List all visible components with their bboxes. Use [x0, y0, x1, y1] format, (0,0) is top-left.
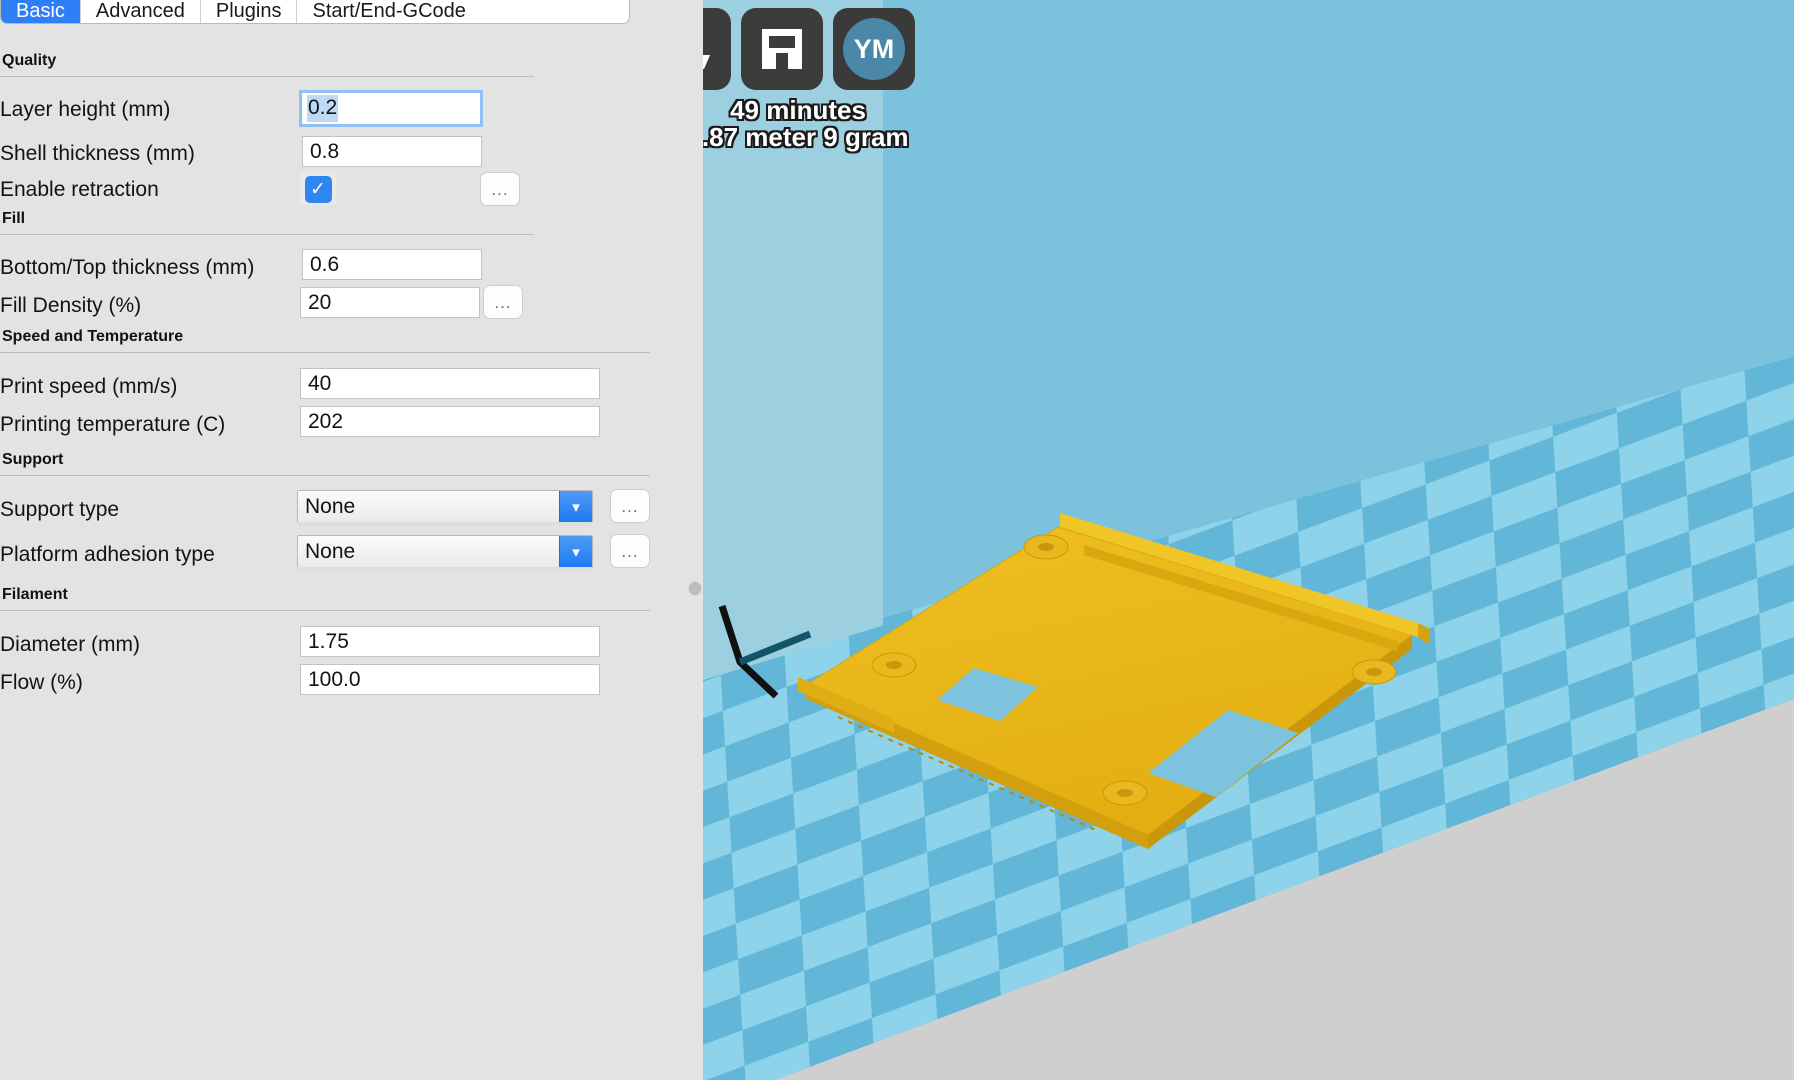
label-layer-height: Layer height (mm) [0, 97, 171, 121]
checkbox-enable-retraction-wrap[interactable]: ✓ [300, 173, 336, 205]
3d-model-object[interactable] [798, 505, 1438, 865]
input-shell-thickness[interactable]: 0.8 [302, 136, 482, 167]
row-flow: Flow (%) 100.0 [0, 664, 600, 699]
label-diameter: Diameter (mm) [0, 632, 140, 656]
label-platform-adhesion-type: Platform adhesion type [0, 542, 215, 566]
panel-splitter[interactable] [686, 0, 704, 1080]
save-floppy-icon [762, 29, 802, 69]
chevron-down-icon[interactable]: ▾ [559, 491, 592, 522]
input-print-speed-value: 40 [308, 371, 332, 395]
group-filament-title: Filament [2, 586, 68, 603]
input-bottom-top-thickness[interactable]: 0.6 [302, 249, 482, 280]
print-material: 2.87 meter 9 gram [703, 121, 909, 152]
3d-viewport[interactable]: YM 49 minutes 2.87 meter 9 gram [703, 0, 1794, 1080]
row-enable-retraction: Enable retraction ✓ ... [0, 172, 520, 206]
input-print-speed[interactable]: 40 [300, 368, 600, 399]
tab-plugins[interactable]: Plugins [200, 0, 298, 23]
group-speed-title: Speed and Temperature [2, 328, 184, 345]
tab-advanced[interactable]: Advanced [80, 0, 201, 23]
combo-platform-adhesion-type-shadow [298, 567, 592, 571]
load-model-icon [703, 55, 710, 69]
settings-panel: Basic Advanced Plugins Start/End-GCode Q… [0, 0, 703, 1080]
row-diameter: Diameter (mm) 1.75 [0, 626, 600, 661]
input-flow[interactable]: 100.0 [300, 664, 600, 695]
tab-start-end-gcode[interactable]: Start/End-GCode [297, 0, 481, 23]
retraction-options-button[interactable]: ... [480, 172, 520, 206]
input-layer-height[interactable]: 0.2 [299, 90, 483, 127]
input-layer-height-value: 0.2 [307, 95, 339, 122]
input-fill-density[interactable]: 20 [300, 287, 480, 318]
label-flow: Flow (%) [0, 670, 83, 694]
fill-density-options-button[interactable]: ... [483, 285, 523, 319]
youmagine-logo-icon: YM [843, 18, 905, 80]
label-printing-temperature: Printing temperature (C) [0, 412, 226, 436]
tab-basic[interactable]: Basic [1, 0, 81, 23]
input-flow-value: 100.0 [308, 667, 361, 691]
group-support-rule [0, 475, 650, 476]
group-filament-rule [0, 610, 650, 611]
input-shell-thickness-value: 0.8 [310, 139, 340, 163]
label-print-speed: Print speed (mm/s) [0, 374, 178, 398]
label-enable-retraction: Enable retraction [0, 177, 159, 201]
row-shell-thickness: Shell thickness (mm) 0.8 [0, 136, 482, 170]
group-quality: Quality [0, 52, 686, 77]
combo-support-type-shadow [298, 522, 592, 526]
settings-panel-inner: Basic Advanced Plugins Start/End-GCode Q… [0, 0, 687, 1080]
group-fill: Fill [0, 210, 686, 235]
platform-adhesion-options-button[interactable]: ... [610, 534, 650, 568]
load-model-button[interactable] [703, 8, 731, 90]
row-printing-temperature: Printing temperature (C) 202 [0, 406, 600, 441]
row-fill-density: Fill Density (%) 20 ... [0, 285, 523, 322]
youmagine-button[interactable]: YM [833, 8, 915, 90]
label-support-type: Support type [0, 497, 120, 521]
row-support-type: Support type None ▾ ... [0, 489, 650, 526]
checkbox-enable-retraction[interactable]: ✓ [304, 175, 332, 203]
row-platform-adhesion-type: Platform adhesion type None ▾ ... [0, 534, 650, 571]
group-speed: Speed and Temperature [0, 328, 686, 353]
group-quality-rule [0, 76, 534, 77]
combo-platform-adhesion-type[interactable]: None ▾ [297, 535, 593, 571]
label-fill-density: Fill Density (%) [0, 293, 142, 317]
chevron-down-icon[interactable]: ▾ [559, 536, 592, 567]
row-bottom-top-thickness: Bottom/Top thickness (mm) 0.6 [0, 249, 482, 284]
row-print-speed: Print speed (mm/s) 40 [0, 368, 600, 403]
label-shell-thickness: Shell thickness (mm) [0, 141, 195, 165]
save-toolpath-button[interactable] [741, 8, 823, 90]
support-type-options-button[interactable]: ... [610, 489, 650, 523]
group-support-title: Support [2, 451, 64, 468]
group-fill-title: Fill [2, 210, 26, 227]
group-filament: Filament [0, 586, 686, 611]
cura-main-window: Basic Advanced Plugins Start/End-GCode Q… [0, 0, 1794, 1080]
input-bottom-top-thickness-value: 0.6 [310, 252, 340, 276]
row-layer-height: Layer height (mm) 0.2 [0, 90, 483, 127]
print-time: 49 minutes [730, 95, 866, 125]
label-bottom-top-thickness: Bottom/Top thickness (mm) [0, 255, 255, 279]
group-support: Support [0, 451, 686, 476]
input-printing-temperature[interactable]: 202 [300, 406, 600, 437]
input-printing-temperature-value: 202 [308, 409, 344, 433]
combo-support-type-value: None [305, 494, 356, 518]
group-speed-rule [0, 352, 650, 353]
group-quality-title: Quality [2, 52, 57, 69]
input-diameter[interactable]: 1.75 [300, 626, 600, 657]
viewport-toolbar: YM [703, 8, 915, 90]
print-status-text: 49 minutes 2.87 meter 9 gram [703, 97, 963, 151]
splitter-grip-handle[interactable] [688, 581, 702, 596]
group-fill-rule [0, 234, 534, 235]
settings-tab-bar: Basic Advanced Plugins Start/End-GCode [0, 0, 630, 24]
combo-support-type[interactable]: None ▾ [297, 490, 593, 526]
combo-platform-adhesion-type-value: None [305, 539, 356, 563]
input-diameter-value: 1.75 [308, 629, 349, 653]
input-fill-density-value: 20 [308, 290, 332, 314]
